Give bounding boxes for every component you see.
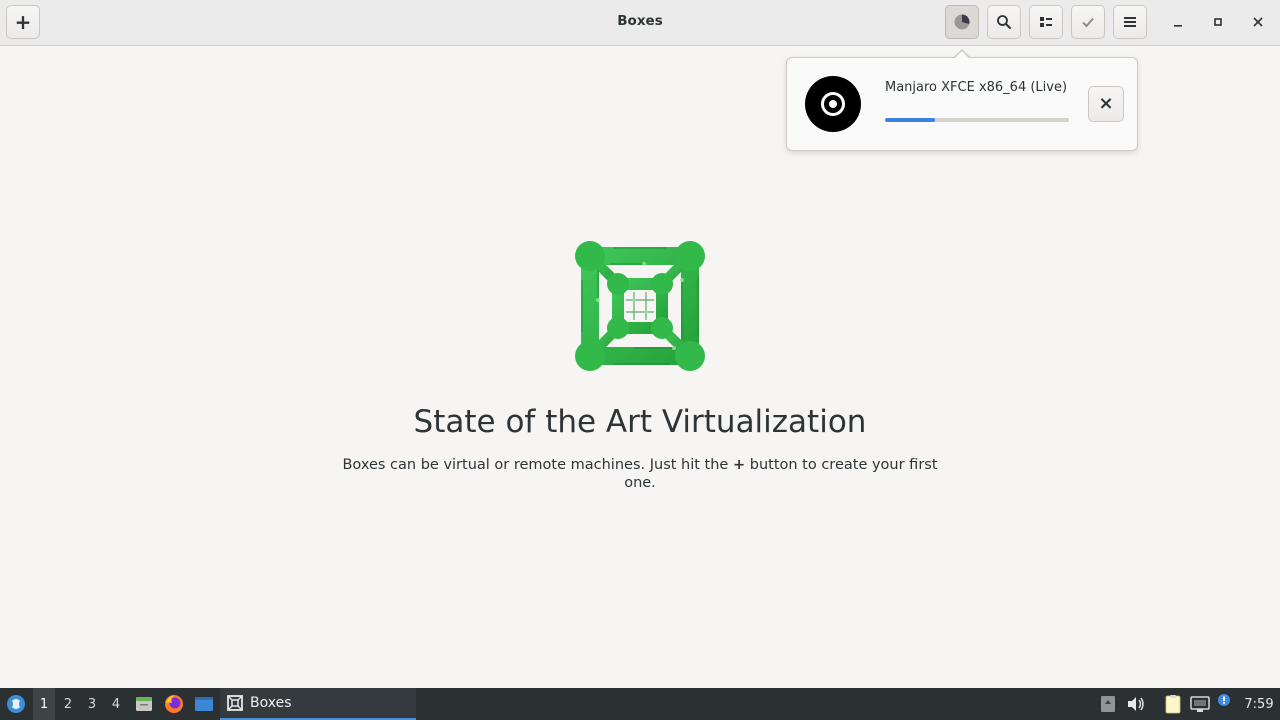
firefox-icon — [165, 695, 183, 713]
new-box-label: + — [14, 10, 32, 34]
empty-state-title: State of the Art Virtualization — [413, 404, 867, 440]
boxes-task-icon — [227, 695, 243, 711]
workspace-3[interactable]: 3 — [81, 688, 103, 720]
download-name: Manjaro XFCE x86_64 (Live) — [885, 80, 1068, 95]
checkmark-icon — [1082, 17, 1094, 28]
cancel-download-button[interactable]: × — [1088, 86, 1124, 122]
download-progress-fill — [885, 118, 935, 122]
taskbar-task-boxes[interactable]: Boxes — [220, 688, 416, 720]
workspace-2[interactable]: 2 — [57, 688, 79, 720]
search-button[interactable] — [987, 5, 1021, 39]
network-wired-icon — [1190, 696, 1210, 712]
file-manager-launcher[interactable] — [133, 688, 155, 720]
desktop-launcher[interactable] — [192, 688, 216, 720]
tray-updates[interactable] — [1097, 688, 1119, 720]
downloads-button[interactable] — [945, 5, 979, 39]
new-box-button[interactable]: + — [6, 5, 40, 39]
downloads-icon — [954, 14, 970, 30]
empty-desc-text-1: Boxes can be virtual or remote machines.… — [342, 457, 729, 473]
package-update-icon — [1101, 696, 1115, 712]
clipboard-icon — [1165, 695, 1181, 714]
clock[interactable]: 7:59 — [1240, 688, 1278, 720]
list-view-icon — [1040, 17, 1052, 27]
taskbar: 1 2 3 4 Boxes 7:59 — [0, 688, 1280, 720]
boxes-logo-icon — [575, 241, 705, 371]
whisker-menu-button[interactable] — [4, 688, 28, 720]
tray-volume[interactable] — [1125, 688, 1147, 720]
tray-notifications[interactable] — [1214, 688, 1234, 720]
download-progress-bar — [885, 118, 1069, 122]
workspace-4[interactable]: 4 — [105, 688, 127, 720]
maximize-icon — [1214, 18, 1222, 26]
search-icon — [997, 15, 1011, 29]
file-manager-icon — [136, 697, 152, 711]
workspace-1[interactable]: 1 — [33, 688, 55, 720]
minimize-button[interactable] — [1164, 8, 1192, 36]
list-view-button[interactable] — [1029, 5, 1063, 39]
firefox-launcher[interactable] — [163, 688, 185, 720]
task-label: Boxes — [250, 695, 292, 711]
main-menu-button[interactable] — [1113, 5, 1147, 39]
popover-arrow-fill — [954, 50, 970, 59]
app-menu-icon — [7, 695, 25, 713]
cancel-download-label: × — [1098, 93, 1114, 114]
tray-clipboard[interactable] — [1162, 688, 1184, 720]
close-window-button[interactable] — [1244, 8, 1272, 36]
desktop-icon — [195, 697, 213, 711]
empty-desc-plus: + — [732, 457, 746, 473]
close-icon — [1253, 17, 1263, 27]
minimize-icon — [1174, 25, 1182, 27]
notification-info-icon — [1218, 694, 1230, 706]
select-button[interactable] — [1071, 5, 1105, 39]
volume-icon — [1128, 697, 1144, 711]
tray-network[interactable] — [1189, 688, 1211, 720]
download-popover: Manjaro XFCE x86_64 (Live) × — [786, 57, 1138, 151]
hamburger-menu-icon — [1124, 17, 1136, 27]
header-bar: + Boxes — [0, 0, 1280, 46]
empty-state-description: Boxes can be virtual or remote machines.… — [340, 456, 940, 492]
optical-disc-icon — [805, 76, 861, 132]
maximize-button[interactable] — [1204, 8, 1232, 36]
